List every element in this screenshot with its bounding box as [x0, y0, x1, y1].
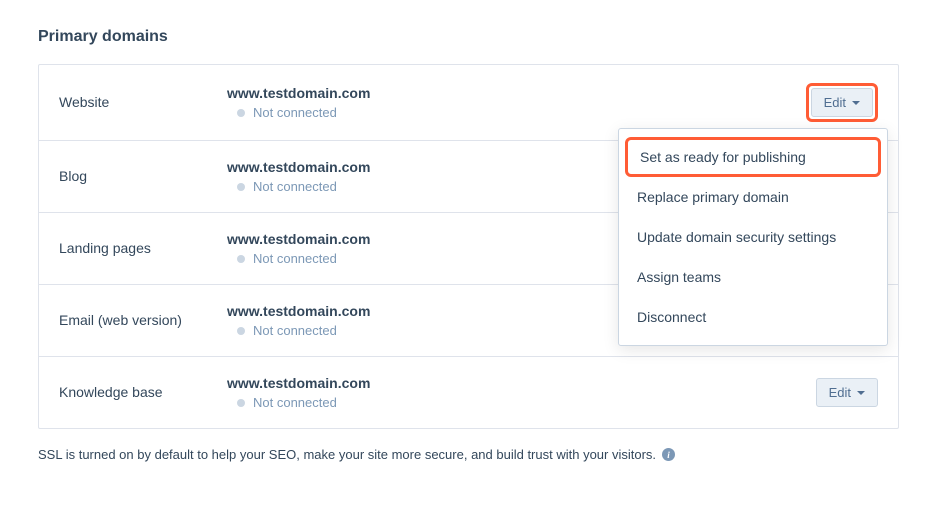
domain-name: www.testdomain.com [227, 375, 798, 391]
status-dot-icon [237, 327, 245, 335]
ssl-note: SSL is turned on by default to help your… [38, 447, 899, 462]
domain-cell: www.testdomain.com Not connected [227, 85, 798, 120]
edit-dropdown-menu: Set as ready for publishing Replace prim… [618, 128, 888, 346]
section-title: Primary domains [38, 28, 899, 46]
domain-name: www.testdomain.com [227, 85, 798, 101]
edit-button[interactable]: Edit [816, 378, 878, 407]
menu-item-assign-teams[interactable]: Assign teams [619, 257, 887, 297]
edit-button-label: Edit [829, 385, 851, 400]
ssl-note-text: SSL is turned on by default to help your… [38, 447, 656, 462]
edit-button-label: Edit [824, 95, 846, 110]
menu-item-security-settings[interactable]: Update domain security settings [619, 217, 887, 257]
menu-item-replace-domain[interactable]: Replace primary domain [619, 177, 887, 217]
domain-status: Not connected [253, 395, 337, 410]
status-dot-icon [237, 109, 245, 117]
table-row: Knowledge base www.testdomain.com Not co… [39, 357, 898, 428]
domain-status: Not connected [253, 105, 337, 120]
domain-status: Not connected [253, 251, 337, 266]
domain-cell: www.testdomain.com Not connected [227, 375, 798, 410]
domain-type-label: Blog [59, 167, 227, 185]
caret-down-icon [857, 391, 865, 395]
info-icon[interactable]: i [662, 448, 675, 461]
domain-type-label: Knowledge base [59, 383, 227, 401]
status-dot-icon [237, 183, 245, 191]
menu-item-disconnect[interactable]: Disconnect [619, 297, 887, 337]
domain-type-label: Website [59, 93, 227, 111]
edit-button[interactable]: Edit [811, 88, 873, 117]
caret-down-icon [852, 101, 860, 105]
menu-item-set-ready[interactable]: Set as ready for publishing [625, 137, 881, 177]
edit-button-highlight: Edit [806, 83, 878, 122]
domain-status: Not connected [253, 179, 337, 194]
status-dot-icon [237, 255, 245, 263]
domain-status: Not connected [253, 323, 337, 338]
status-dot-icon [237, 399, 245, 407]
domain-type-label: Email (web version) [59, 311, 227, 329]
domain-type-label: Landing pages [59, 239, 227, 257]
